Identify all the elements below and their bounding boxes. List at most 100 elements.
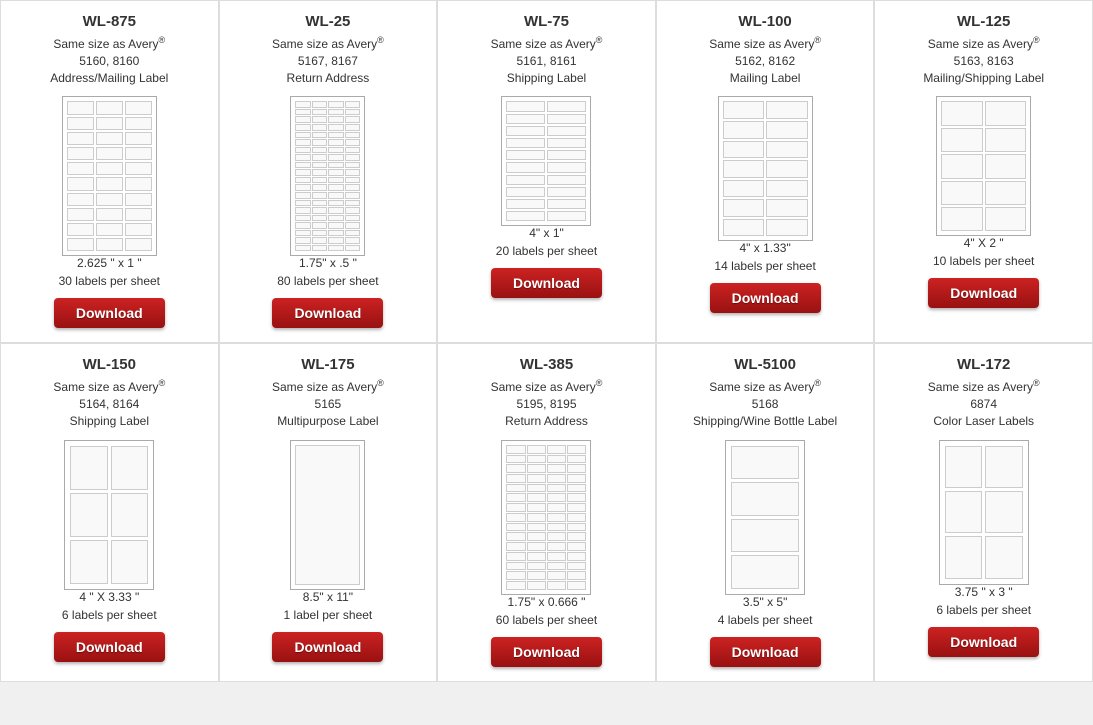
label-card-wl-5100: WL-5100Same size as Avery®5168Shipping/W…: [656, 343, 875, 681]
label-cell: [506, 464, 525, 473]
label-cell: [345, 147, 361, 154]
label-cell: [985, 128, 1027, 152]
card-title: WL-25: [305, 13, 350, 30]
label-cell: [295, 177, 311, 184]
label-cell: [67, 193, 94, 206]
label-cell: [527, 513, 546, 522]
label-cell: [731, 519, 799, 553]
label-cell: [345, 177, 361, 184]
download-button[interactable]: Download: [710, 637, 821, 667]
label-cell: [295, 445, 360, 585]
card-count: 14 labels per sheet: [714, 259, 815, 273]
card-size: 3.5" x 5": [743, 595, 788, 609]
label-cell: [527, 445, 546, 454]
download-button[interactable]: Download: [272, 632, 383, 662]
label-cell: [345, 169, 361, 176]
label-preview: [718, 96, 813, 241]
label-cell: [328, 230, 344, 237]
label-cell: [506, 114, 545, 124]
label-cell: [312, 245, 328, 252]
download-button[interactable]: Download: [491, 637, 602, 667]
label-cell: [345, 200, 361, 207]
label-cell: [125, 238, 152, 251]
label-cell: [295, 192, 311, 199]
label-cell: [312, 162, 328, 169]
label-cell: [567, 503, 586, 512]
label-preview: [725, 440, 805, 595]
label-cell: [67, 238, 94, 251]
label-cell: [295, 237, 311, 244]
label-cell: [345, 222, 361, 229]
label-cell: [295, 230, 311, 237]
label-cell: [328, 147, 344, 154]
label-cell: [506, 162, 545, 172]
label-cell: [723, 180, 765, 198]
label-cell: [567, 523, 586, 532]
label-cell: [506, 562, 525, 571]
label-cell: [547, 101, 586, 111]
label-cell: [945, 446, 983, 488]
label-cell: [567, 484, 586, 493]
label-cell: [125, 193, 152, 206]
label-cell: [67, 162, 94, 175]
label-cell: [328, 124, 344, 131]
label-cell: [547, 493, 566, 502]
label-cell: [125, 101, 152, 114]
label-preview: [501, 440, 591, 595]
label-cell: [328, 237, 344, 244]
card-size: 4" x 1.33": [739, 241, 790, 255]
download-button[interactable]: Download: [928, 627, 1039, 657]
label-cell: [506, 532, 525, 541]
label-cell: [547, 581, 566, 590]
label-cell: [67, 223, 94, 236]
label-cell: [506, 493, 525, 502]
card-count: 80 labels per sheet: [277, 274, 378, 288]
download-button[interactable]: Download: [710, 283, 821, 313]
label-cell: [527, 464, 546, 473]
label-cell: [766, 121, 808, 139]
label-preview: [64, 440, 154, 590]
label-card-wl-25: WL-25Same size as Avery®5167, 8167Return…: [219, 0, 438, 343]
label-cell: [547, 464, 566, 473]
label-preview: [501, 96, 591, 226]
label-cell: [506, 513, 525, 522]
label-cell: [125, 223, 152, 236]
label-cell: [328, 169, 344, 176]
label-cell: [345, 132, 361, 139]
label-cell: [731, 555, 799, 589]
label-cell: [312, 147, 328, 154]
label-cell: [345, 162, 361, 169]
label-cell: [547, 211, 586, 221]
label-cell: [328, 109, 344, 116]
label-cell: [567, 581, 586, 590]
card-count: 6 labels per sheet: [936, 603, 1031, 617]
label-cell: [345, 207, 361, 214]
card-size: 4" X 2 ": [964, 236, 1004, 250]
label-cell: [547, 175, 586, 185]
download-button[interactable]: Download: [491, 268, 602, 298]
label-cell: [312, 222, 328, 229]
label-cell: [567, 513, 586, 522]
download-button[interactable]: Download: [54, 632, 165, 662]
label-cell: [547, 126, 586, 136]
label-cell: [527, 532, 546, 541]
label-cell: [70, 446, 108, 490]
card-count: 10 labels per sheet: [933, 254, 1034, 268]
label-cell: [527, 493, 546, 502]
card-subtitle: Same size as Avery®5195, 8195Return Addr…: [491, 377, 603, 429]
download-button[interactable]: Download: [272, 298, 383, 328]
label-cell: [941, 154, 983, 178]
label-cell: [295, 200, 311, 207]
download-button[interactable]: Download: [54, 298, 165, 328]
label-cell: [506, 542, 525, 551]
label-cell: [345, 184, 361, 191]
label-preview: [939, 440, 1029, 585]
download-button[interactable]: Download: [928, 278, 1039, 308]
label-preview: [290, 440, 365, 590]
label-cell: [125, 177, 152, 190]
label-cell: [985, 491, 1023, 533]
label-cell: [328, 132, 344, 139]
label-cell: [506, 150, 545, 160]
label-cell: [345, 230, 361, 237]
label-cell: [328, 192, 344, 199]
